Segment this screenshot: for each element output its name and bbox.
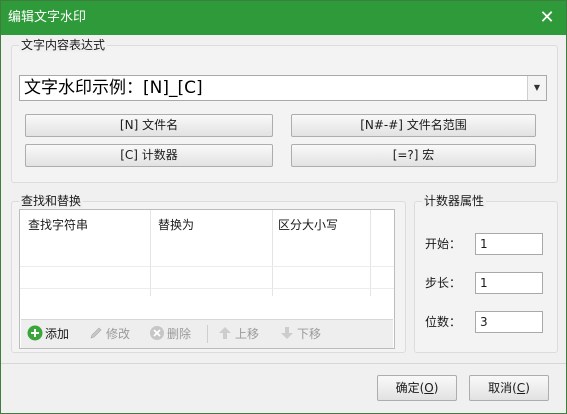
row-divider	[20, 266, 394, 267]
step-input[interactable]: 1	[475, 272, 543, 294]
digits-label: 位数：	[425, 315, 462, 329]
replace-table[interactable]: 查找字符串 替换为 区分大小写 添加 修改 删除 上移 下移	[19, 209, 395, 349]
start-label: 开始：	[425, 237, 462, 251]
counter-group-label: 计数器属性	[422, 194, 487, 208]
move-up-button[interactable]: 上移	[217, 325, 259, 343]
edit-label: 修改	[106, 327, 131, 341]
add-label: 添加	[45, 327, 70, 341]
expression-input[interactable]: 文字水印示例：[N]_[C]	[24, 78, 203, 98]
ok-accelerator: O	[424, 381, 434, 395]
expression-group-label: 文字内容表达式	[19, 38, 108, 52]
start-input[interactable]: 1	[475, 233, 543, 255]
add-button[interactable]: 添加	[27, 325, 69, 343]
row-divider	[20, 288, 394, 289]
cancel-accelerator: C	[516, 381, 526, 395]
column-header-replace[interactable]: 替换为	[154, 210, 194, 240]
arrow-down-icon	[281, 327, 293, 339]
insert-filename-button[interactable]: [N] 文件名	[25, 114, 273, 137]
expression-combobox[interactable]: 文字水印示例：[N]_[C] ▼	[19, 75, 547, 101]
window-title: 编辑文字水印	[8, 10, 87, 25]
cancel-label-end: )	[525, 381, 530, 395]
insert-filename-range-button[interactable]: [N#-#] 文件名范围	[291, 114, 536, 137]
insert-counter-button[interactable]: [C] 计数器	[25, 144, 273, 167]
move-down-button[interactable]: 下移	[279, 325, 321, 343]
cancel-label: 取消(	[488, 381, 517, 395]
ok-label-end: )	[433, 381, 439, 395]
insert-macro-button[interactable]: [=?] 宏	[291, 144, 536, 167]
delete-button[interactable]: 删除	[149, 325, 191, 343]
replace-toolbar: 添加 修改 删除 上移 下移	[21, 319, 393, 348]
replace-group-label: 查找和替换	[19, 194, 84, 208]
move-down-label: 下移	[297, 327, 322, 341]
edit-button[interactable]: 修改	[88, 325, 130, 343]
column-divider	[370, 210, 371, 296]
column-divider	[272, 210, 273, 296]
pencil-icon	[90, 327, 102, 339]
footer-divider	[1, 363, 566, 364]
ok-button[interactable]: 确定(O)	[377, 375, 457, 401]
delete-icon	[150, 326, 164, 340]
add-icon	[27, 325, 43, 341]
column-header-case[interactable]: 区分大小写	[274, 210, 338, 240]
close-icon[interactable]: ✕	[534, 5, 560, 31]
dialog-body: 文字内容表达式 文字水印示例：[N]_[C] ▼ [N] 文件名 [N#-#] …	[1, 35, 566, 413]
column-divider	[150, 210, 151, 296]
ok-label: 确定(	[395, 381, 425, 395]
title-bar: 编辑文字水印 ✕	[1, 1, 566, 35]
arrow-up-icon	[219, 327, 231, 339]
cancel-button[interactable]: 取消(C)	[469, 375, 549, 401]
toolbar-divider	[207, 325, 208, 343]
edit-text-watermark-dialog: 编辑文字水印 ✕ 文字内容表达式 文字水印示例：[N]_[C] ▼ [N] 文件…	[0, 0, 567, 414]
digits-input[interactable]: 3	[475, 311, 543, 333]
delete-label: 删除	[167, 327, 192, 341]
column-header-find[interactable]: 查找字符串	[24, 210, 88, 240]
step-label: 步长：	[425, 276, 462, 290]
move-up-label: 上移	[235, 327, 260, 341]
chevron-down-icon[interactable]: ▼	[527, 76, 546, 100]
